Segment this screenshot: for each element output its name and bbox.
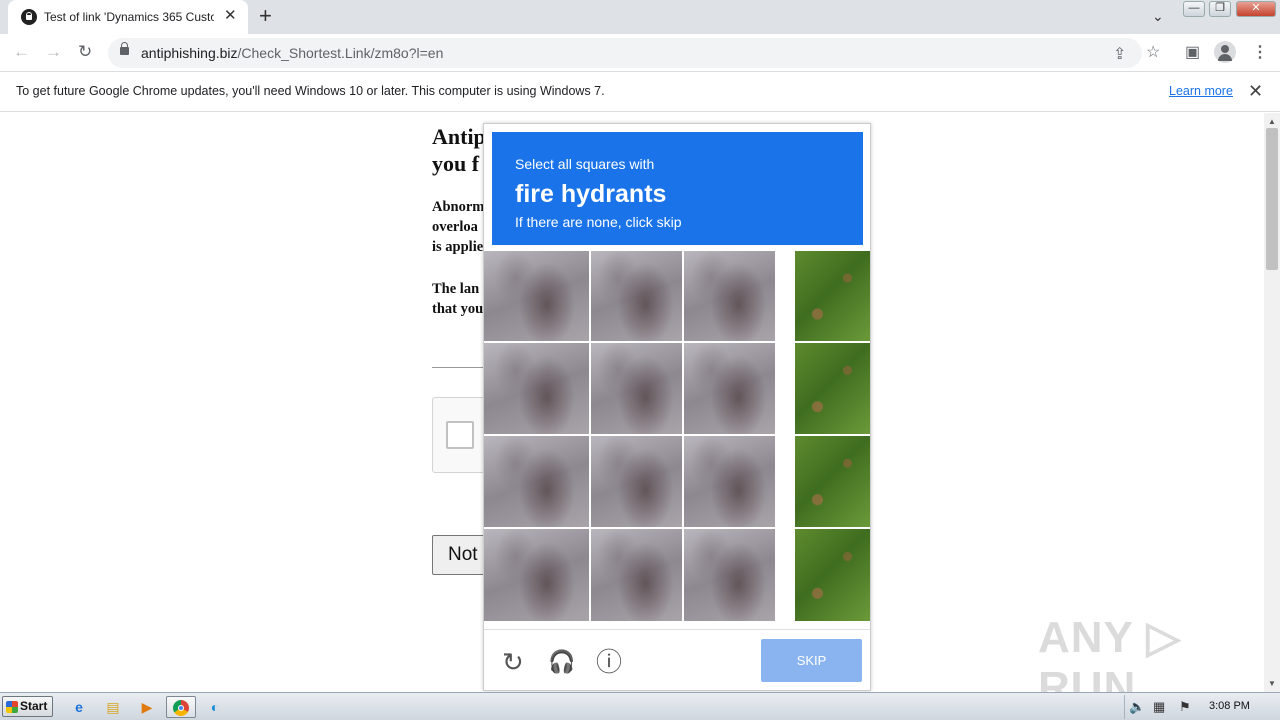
tab-search-icon[interactable]: ⌄: [1152, 8, 1164, 25]
clock[interactable]: 3:08 PM: [1209, 700, 1250, 712]
captcha-tile[interactable]: [484, 343, 589, 434]
chrome-icon[interactable]: [166, 696, 196, 718]
learn-more-link[interactable]: Learn more: [1169, 84, 1233, 98]
scroll-thumb[interactable]: [1266, 128, 1278, 270]
para1-line1: Abnorm: [432, 199, 485, 215]
captcha-tile[interactable]: [795, 529, 870, 621]
bookmark-star-icon[interactable]: ☆: [1146, 42, 1160, 62]
share-icon[interactable]: ⇪: [1113, 44, 1126, 64]
browser-toolbar: ← → ↻ antiphishing.biz/Check_Shortest.Li…: [0, 34, 1280, 72]
system-tray: 🔈 ▦ ⚑ 3:08 PM: [1124, 695, 1278, 719]
recaptcha-checkbox[interactable]: [446, 421, 474, 449]
close-window-button[interactable]: ✕: [1236, 1, 1276, 17]
forward-icon[interactable]: →: [45, 42, 62, 62]
lock-favicon-icon: [21, 9, 37, 25]
url-host: antiphishing.biz: [141, 45, 238, 61]
start-button[interactable]: Start: [2, 696, 53, 717]
infobar-message: To get future Google Chrome updates, you…: [16, 84, 605, 98]
side-panel-icon[interactable]: ▣: [1185, 42, 1200, 62]
lock-icon[interactable]: [120, 42, 129, 55]
captcha-tile[interactable]: [484, 529, 589, 621]
captcha-tile[interactable]: [684, 529, 775, 621]
captcha-tile[interactable]: [795, 436, 870, 527]
captcha-footer: ↻ 🎧 ⓘ SKIP: [484, 629, 870, 691]
edge-icon[interactable]: ◐: [202, 696, 228, 718]
captcha-tile[interactable]: [591, 343, 682, 434]
new-tab-button[interactable]: +: [259, 4, 272, 28]
captcha-tile[interactable]: [484, 436, 589, 527]
chrome-menu-icon[interactable]: ⋮: [1252, 42, 1268, 62]
back-icon[interactable]: ←: [13, 42, 30, 62]
heading-line-2: you f: [432, 151, 480, 176]
headphones-icon[interactable]: 🎧: [548, 649, 575, 675]
captcha-reload-icon[interactable]: ↻: [502, 649, 524, 675]
speaker-icon[interactable]: 🔈: [1129, 699, 1145, 715]
captcha-tile[interactable]: [684, 436, 775, 527]
action-center-flag-icon[interactable]: ⚑: [1179, 699, 1191, 715]
captcha-challenge: Select all squares with fire hydrants If…: [483, 123, 871, 691]
captcha-image-grid: [484, 251, 870, 621]
captcha-instruction: Select all squares with: [515, 156, 655, 172]
captcha-tile[interactable]: [684, 343, 775, 434]
captcha-target: fire hydrants: [515, 180, 667, 208]
minimize-button[interactable]: —: [1183, 1, 1205, 17]
page-scrollbar[interactable]: ▲ ▼: [1264, 113, 1280, 692]
windows-logo-icon: [6, 701, 18, 713]
captcha-hint: If there are none, click skip: [515, 214, 682, 230]
para2-line2: that you: [432, 301, 484, 317]
captcha-tile[interactable]: [591, 251, 682, 341]
captcha-tile[interactable]: [795, 251, 870, 341]
tab-title: Test of link 'Dynamics 365 Customer: [44, 10, 214, 24]
restore-button[interactable]: ❐: [1209, 1, 1231, 17]
update-infobar: To get future Google Chrome updates, you…: [0, 72, 1280, 112]
tab-close-icon[interactable]: ✕: [224, 8, 237, 24]
scroll-up-arrow-icon[interactable]: ▲: [1268, 117, 1276, 126]
infobar-close-icon[interactable]: ✕: [1248, 81, 1263, 102]
captcha-tile[interactable]: [591, 436, 682, 527]
captcha-header: Select all squares with fire hydrants If…: [492, 132, 863, 245]
windows-taskbar: Start e ▤ ▶ ◐ 🔈 ▦ ⚑ 3:08 PM: [0, 692, 1280, 720]
ie-icon[interactable]: e: [66, 696, 92, 718]
explorer-icon[interactable]: ▤: [100, 696, 126, 718]
tab-strip: Test of link 'Dynamics 365 Customer ✕ + …: [0, 0, 1280, 34]
captcha-tile[interactable]: [684, 251, 775, 341]
captcha-tile[interactable]: [484, 251, 589, 341]
captcha-tile[interactable]: [591, 529, 682, 621]
url-text[interactable]: antiphishing.biz/Check_Shortest.Link/zm8…: [141, 45, 443, 61]
info-icon[interactable]: ⓘ: [596, 649, 622, 675]
profile-avatar-icon[interactable]: [1214, 41, 1236, 63]
address-bar[interactable]: antiphishing.biz/Check_Shortest.Link/zm8…: [108, 38, 1142, 68]
para1-line3: is applie: [432, 239, 484, 255]
network-icon[interactable]: ▦: [1153, 699, 1165, 715]
url-path: /Check_Shortest.Link/zm8o?l=en: [237, 45, 444, 61]
media-player-icon[interactable]: ▶: [134, 696, 160, 718]
browser-tab[interactable]: Test of link 'Dynamics 365 Customer ✕: [8, 0, 248, 34]
reload-icon[interactable]: ↻: [78, 42, 92, 62]
start-label: Start: [20, 699, 48, 713]
para2-line1: The lan: [432, 281, 480, 297]
para1-line2: overloa: [432, 219, 478, 235]
captcha-tile[interactable]: [795, 343, 870, 434]
heading-line-1: Antip: [432, 124, 486, 149]
skip-button[interactable]: SKIP: [761, 639, 862, 682]
